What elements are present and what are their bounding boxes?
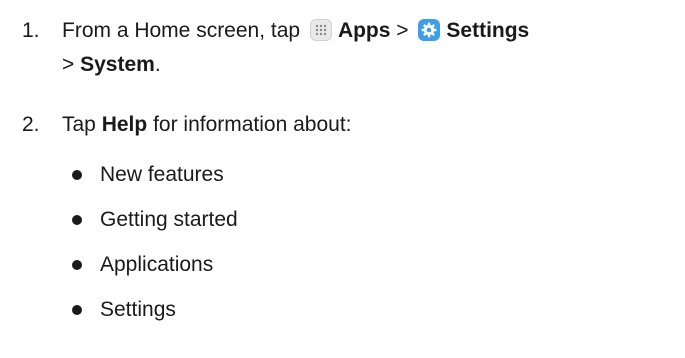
system-label: System bbox=[80, 53, 155, 76]
step-1-line-1: 1. From a Home screen, tap Apps > Settin… bbox=[22, 14, 677, 48]
menu-separator: > bbox=[396, 19, 409, 42]
step-1-intro-text: From a Home screen, tap bbox=[62, 19, 301, 42]
settings-label: Settings bbox=[446, 19, 530, 42]
step-1-end-punct: . bbox=[154, 53, 161, 76]
step-1-line-2: > System. bbox=[22, 48, 677, 82]
list-item: Getting started bbox=[72, 203, 238, 248]
step-2: 2. Tap Help for information about: bbox=[22, 108, 677, 142]
bullet-icon bbox=[72, 260, 82, 270]
help-topics-list: New features Getting started Application… bbox=[72, 158, 238, 338]
step-1: 1. From a Home screen, tap Apps > Settin… bbox=[22, 14, 677, 82]
help-topic-label: Settings bbox=[100, 298, 176, 321]
help-topic-label: Applications bbox=[100, 253, 214, 276]
list-item: New features bbox=[72, 158, 238, 203]
menu-separator: > bbox=[62, 53, 75, 76]
help-topic-label: Getting started bbox=[100, 208, 238, 231]
bullet-icon bbox=[72, 215, 82, 225]
list-item: Applications bbox=[72, 248, 238, 293]
bullet-icon bbox=[72, 305, 82, 315]
step-2-text-before: Tap bbox=[62, 113, 96, 136]
bullet-icon bbox=[72, 170, 82, 180]
step-number: 2. bbox=[22, 113, 40, 136]
help-topic-label: New features bbox=[100, 163, 224, 186]
apps-icon bbox=[309, 19, 332, 41]
step-number: 1. bbox=[22, 19, 40, 42]
settings-gear-icon bbox=[418, 19, 441, 41]
list-item: Settings bbox=[72, 293, 238, 338]
help-label: Help bbox=[101, 113, 148, 136]
step-2-text-after: for information about: bbox=[153, 113, 352, 136]
apps-label: Apps bbox=[337, 19, 391, 42]
